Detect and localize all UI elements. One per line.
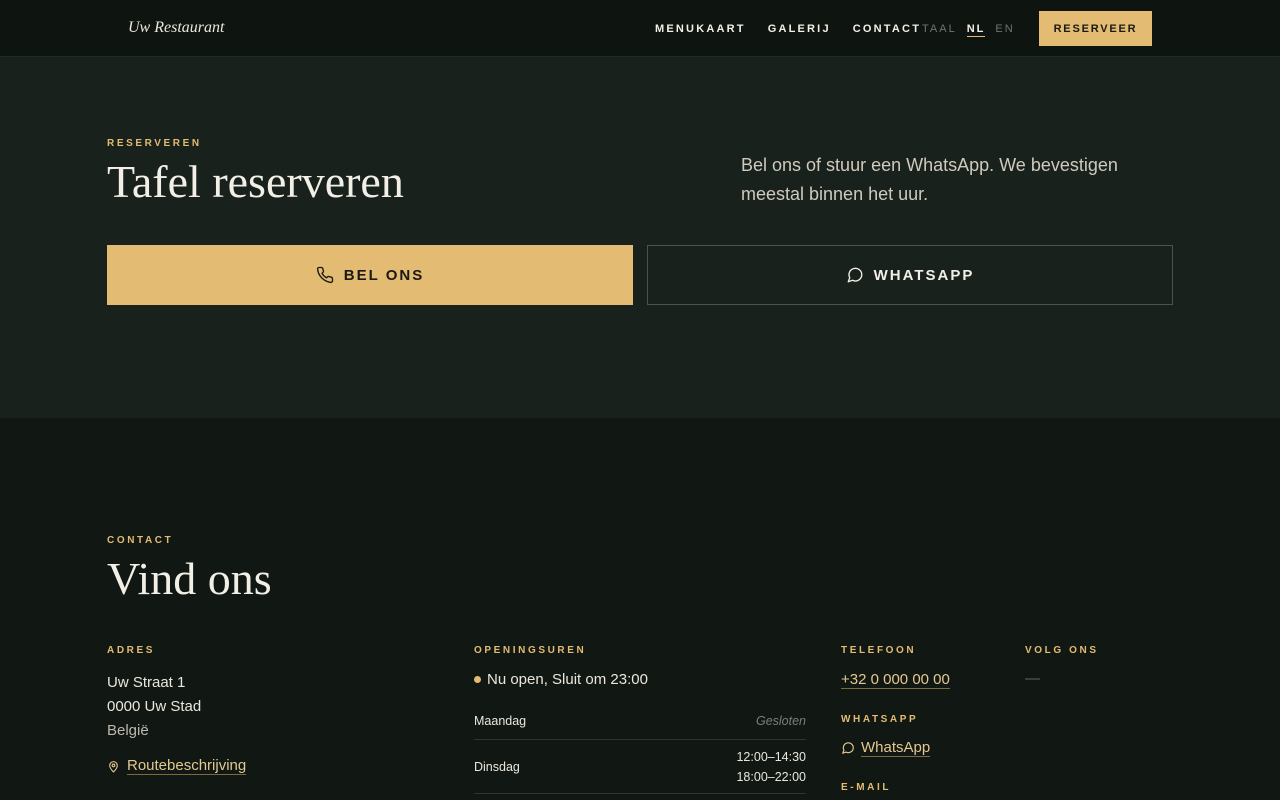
nav-links: MENUKAART GALERIJ CONTACT bbox=[655, 23, 921, 35]
chat-bubble-icon bbox=[841, 741, 855, 755]
social-column: VOLG ONS — bbox=[1025, 645, 1099, 687]
whatsapp-link-label: WhatsApp bbox=[861, 739, 931, 757]
hours-day: Maandag bbox=[474, 713, 527, 728]
reservation-section: RESERVEREN Tafel reserveren Bel ons of s… bbox=[0, 57, 1280, 418]
phone-label: TELEFOON bbox=[841, 645, 917, 656]
map-pin-icon bbox=[107, 760, 120, 773]
hours-day: Dinsdag bbox=[474, 759, 520, 774]
contact-title: Vind ons bbox=[107, 553, 272, 604]
top-navigation: Uw Restaurant MENUKAART GALERIJ CONTACT … bbox=[0, 0, 1280, 57]
hours-value: 12:00–14:30 18:00–22:00 bbox=[736, 747, 806, 787]
contact-section: CONTACT Vind ons ADRES Uw Straat 1 0000 … bbox=[0, 418, 1280, 800]
whatsapp-link[interactable]: WhatsApp bbox=[841, 739, 950, 757]
hours-row: Maandag Gesloten bbox=[474, 702, 806, 740]
nav-link-galerij[interactable]: GALERIJ bbox=[768, 23, 831, 35]
address-label: ADRES bbox=[107, 645, 156, 656]
nav-link-menukaart[interactable]: MENUKAART bbox=[655, 23, 746, 35]
reservation-description: Bel ons of stuur een WhatsApp. We bevest… bbox=[741, 155, 1118, 204]
open-status-text: Nu open, Sluit om 23:00 bbox=[487, 671, 648, 688]
language-switcher: TAAL NL EN bbox=[922, 23, 1015, 37]
address-column: ADRES Uw Straat 1 0000 Uw Stad België Ro… bbox=[107, 645, 247, 775]
whatsapp-label: WHATSAPP bbox=[841, 714, 919, 725]
address-block: Uw Straat 1 0000 Uw Stad België bbox=[107, 671, 246, 743]
reservation-eyebrow: RESERVEREN bbox=[107, 138, 202, 149]
address-country: België bbox=[107, 722, 149, 739]
page-title: Tafel reserveren bbox=[107, 156, 404, 207]
whatsapp-button-label: WHATSAPP bbox=[873, 266, 975, 284]
opening-hours-column: OPENINGSUREN Nu open, Sluit om 23:00 Maa… bbox=[474, 645, 806, 794]
phone-column: TELEFOON +32 0 000 00 00 WHATSAPP WhatsA… bbox=[841, 645, 950, 793]
email-label: E-MAIL bbox=[841, 782, 892, 793]
whatsapp-button[interactable]: WHATSAPP bbox=[647, 245, 1173, 305]
chat-bubble-icon bbox=[846, 266, 864, 284]
hours-time-dinner: 18:00–22:00 bbox=[736, 769, 806, 784]
call-button-label: BEL ONS bbox=[343, 266, 425, 284]
hours-row: Dinsdag 12:00–14:30 18:00–22:00 bbox=[474, 740, 806, 794]
nav-link-contact[interactable]: CONTACT bbox=[853, 23, 921, 35]
social-placeholder: — bbox=[1025, 670, 1040, 687]
language-en[interactable]: EN bbox=[995, 23, 1014, 37]
phone-number-link[interactable]: +32 0 000 00 00 bbox=[841, 671, 950, 689]
open-status: Nu open, Sluit om 23:00 bbox=[474, 671, 806, 688]
phone-icon bbox=[316, 266, 334, 284]
contact-eyebrow: CONTACT bbox=[107, 535, 174, 546]
hours-value: Gesloten bbox=[755, 713, 806, 728]
social-label: VOLG ONS bbox=[1025, 645, 1099, 656]
address-city: 0000 Uw Stad bbox=[107, 698, 202, 715]
status-dot-icon bbox=[474, 676, 481, 683]
directions-link[interactable]: Routebeschrijving bbox=[107, 757, 247, 775]
call-button[interactable]: BEL ONS bbox=[107, 245, 633, 305]
opening-hours-label: OPENINGSUREN bbox=[474, 645, 587, 656]
language-nl[interactable]: NL bbox=[966, 23, 986, 37]
reserve-button[interactable]: RESERVEER bbox=[1039, 11, 1152, 46]
brand-logo[interactable]: Uw Restaurant bbox=[128, 19, 224, 37]
hours-time-lunch: 12:00–14:30 bbox=[736, 749, 806, 764]
directions-label: Routebeschrijving bbox=[127, 757, 247, 775]
address-street: Uw Straat 1 bbox=[107, 674, 186, 691]
language-label: TAAL bbox=[922, 23, 957, 35]
